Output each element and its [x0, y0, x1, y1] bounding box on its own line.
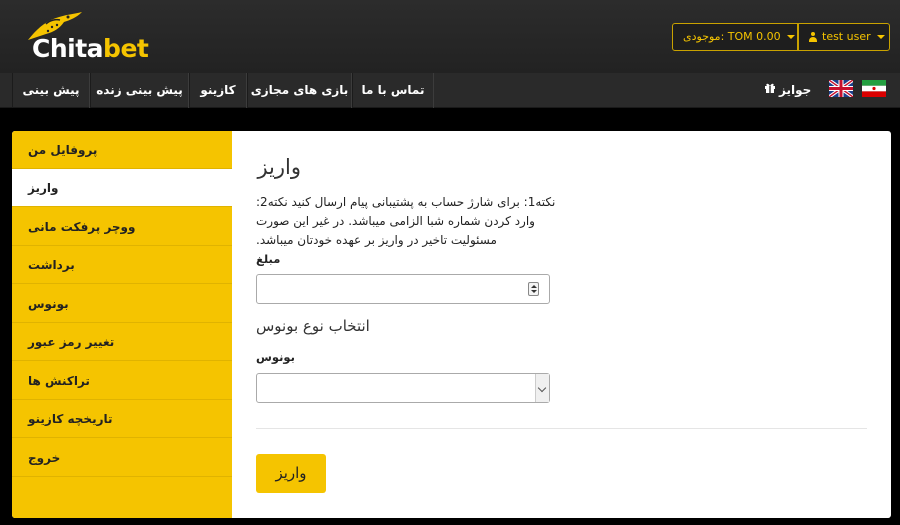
sidebar-item-logout[interactable]: خروج	[12, 439, 232, 477]
balance-label: موجودی: TOM 0.00	[683, 30, 781, 43]
bonus-type-heading: انتخاب نوع بونوس	[256, 317, 370, 335]
gift-icon	[765, 83, 775, 93]
flag-iran-icon[interactable]	[862, 80, 886, 97]
chevron-down-icon	[535, 374, 549, 402]
sidebar-item-deposit[interactable]: واریز	[12, 169, 232, 207]
account-sidebar: پروفایل من واریز ووچر پرفکت مانی برداشت …	[12, 131, 232, 518]
sidebar-item-profile[interactable]: پروفایل من	[12, 131, 232, 169]
deposit-form: واریز نکته1: برای شارژ حساب به پشتیبانی …	[232, 131, 891, 518]
sidebar-item-transactions[interactable]: تراکنش ها	[12, 362, 232, 400]
nav-item-betting[interactable]: پیش بینی	[12, 73, 90, 108]
sidebar-item-bonus[interactable]: بونوس	[12, 285, 232, 323]
page-title: واریز	[257, 155, 301, 179]
logo[interactable]: Chitabet	[26, 10, 176, 66]
user-icon	[809, 32, 817, 42]
account-panel: پروفایل من واریز ووچر پرفکت مانی برداشت …	[12, 131, 891, 518]
deposit-note: نکته1: برای شارژ حساب به پشتیبانی پیام ا…	[256, 193, 556, 250]
user-menu-dropdown[interactable]: test user	[798, 23, 890, 51]
caret-down-icon	[876, 35, 885, 39]
brand-wordmark: Chitabet	[32, 34, 149, 63]
prizes-link[interactable]: جوایز	[779, 73, 811, 108]
user-name: test user	[822, 30, 871, 43]
sidebar-item-casino-history[interactable]: تاریخچه کازینو	[12, 400, 232, 438]
nav-item-live-betting[interactable]: پیش بینی زنده	[90, 73, 189, 108]
sidebar-item-perfect-money-voucher[interactable]: ووچر پرفکت مانی	[12, 208, 232, 246]
amount-input[interactable]	[256, 274, 550, 304]
amount-label: مبلغ	[256, 252, 281, 266]
note-line: نکته1: برای شارژ حساب به پشتیبانی پیام ا…	[256, 195, 556, 209]
sidebar-item-withdraw[interactable]: برداشت	[12, 246, 232, 284]
note-line: وارد کردن شماره شبا الزامی میباشد. در غی…	[256, 214, 535, 228]
nav-item-casino[interactable]: کازینو	[189, 73, 247, 108]
note-line: مسئولیت تاخیر در واریز بر عهده خودتان می…	[256, 233, 497, 247]
deposit-submit-button[interactable]: واریز	[256, 454, 326, 493]
balance-dropdown[interactable]: موجودی: TOM 0.00	[672, 23, 798, 51]
header: Chitabet موجودی: TOM 0.00 test user	[0, 0, 900, 73]
flag-uk-icon[interactable]	[829, 80, 853, 97]
nav-item-virtual-games[interactable]: بازی های مجازی	[247, 73, 352, 108]
bonus-select[interactable]	[256, 373, 550, 403]
nav-item-contact[interactable]: تماس با ما	[352, 73, 434, 108]
divider	[256, 428, 867, 429]
caret-down-icon	[786, 35, 795, 39]
number-spinner-icon[interactable]	[528, 282, 539, 296]
bonus-label: بونوس	[256, 350, 295, 364]
sidebar-item-change-password[interactable]: تغییر رمز عبور	[12, 323, 232, 361]
